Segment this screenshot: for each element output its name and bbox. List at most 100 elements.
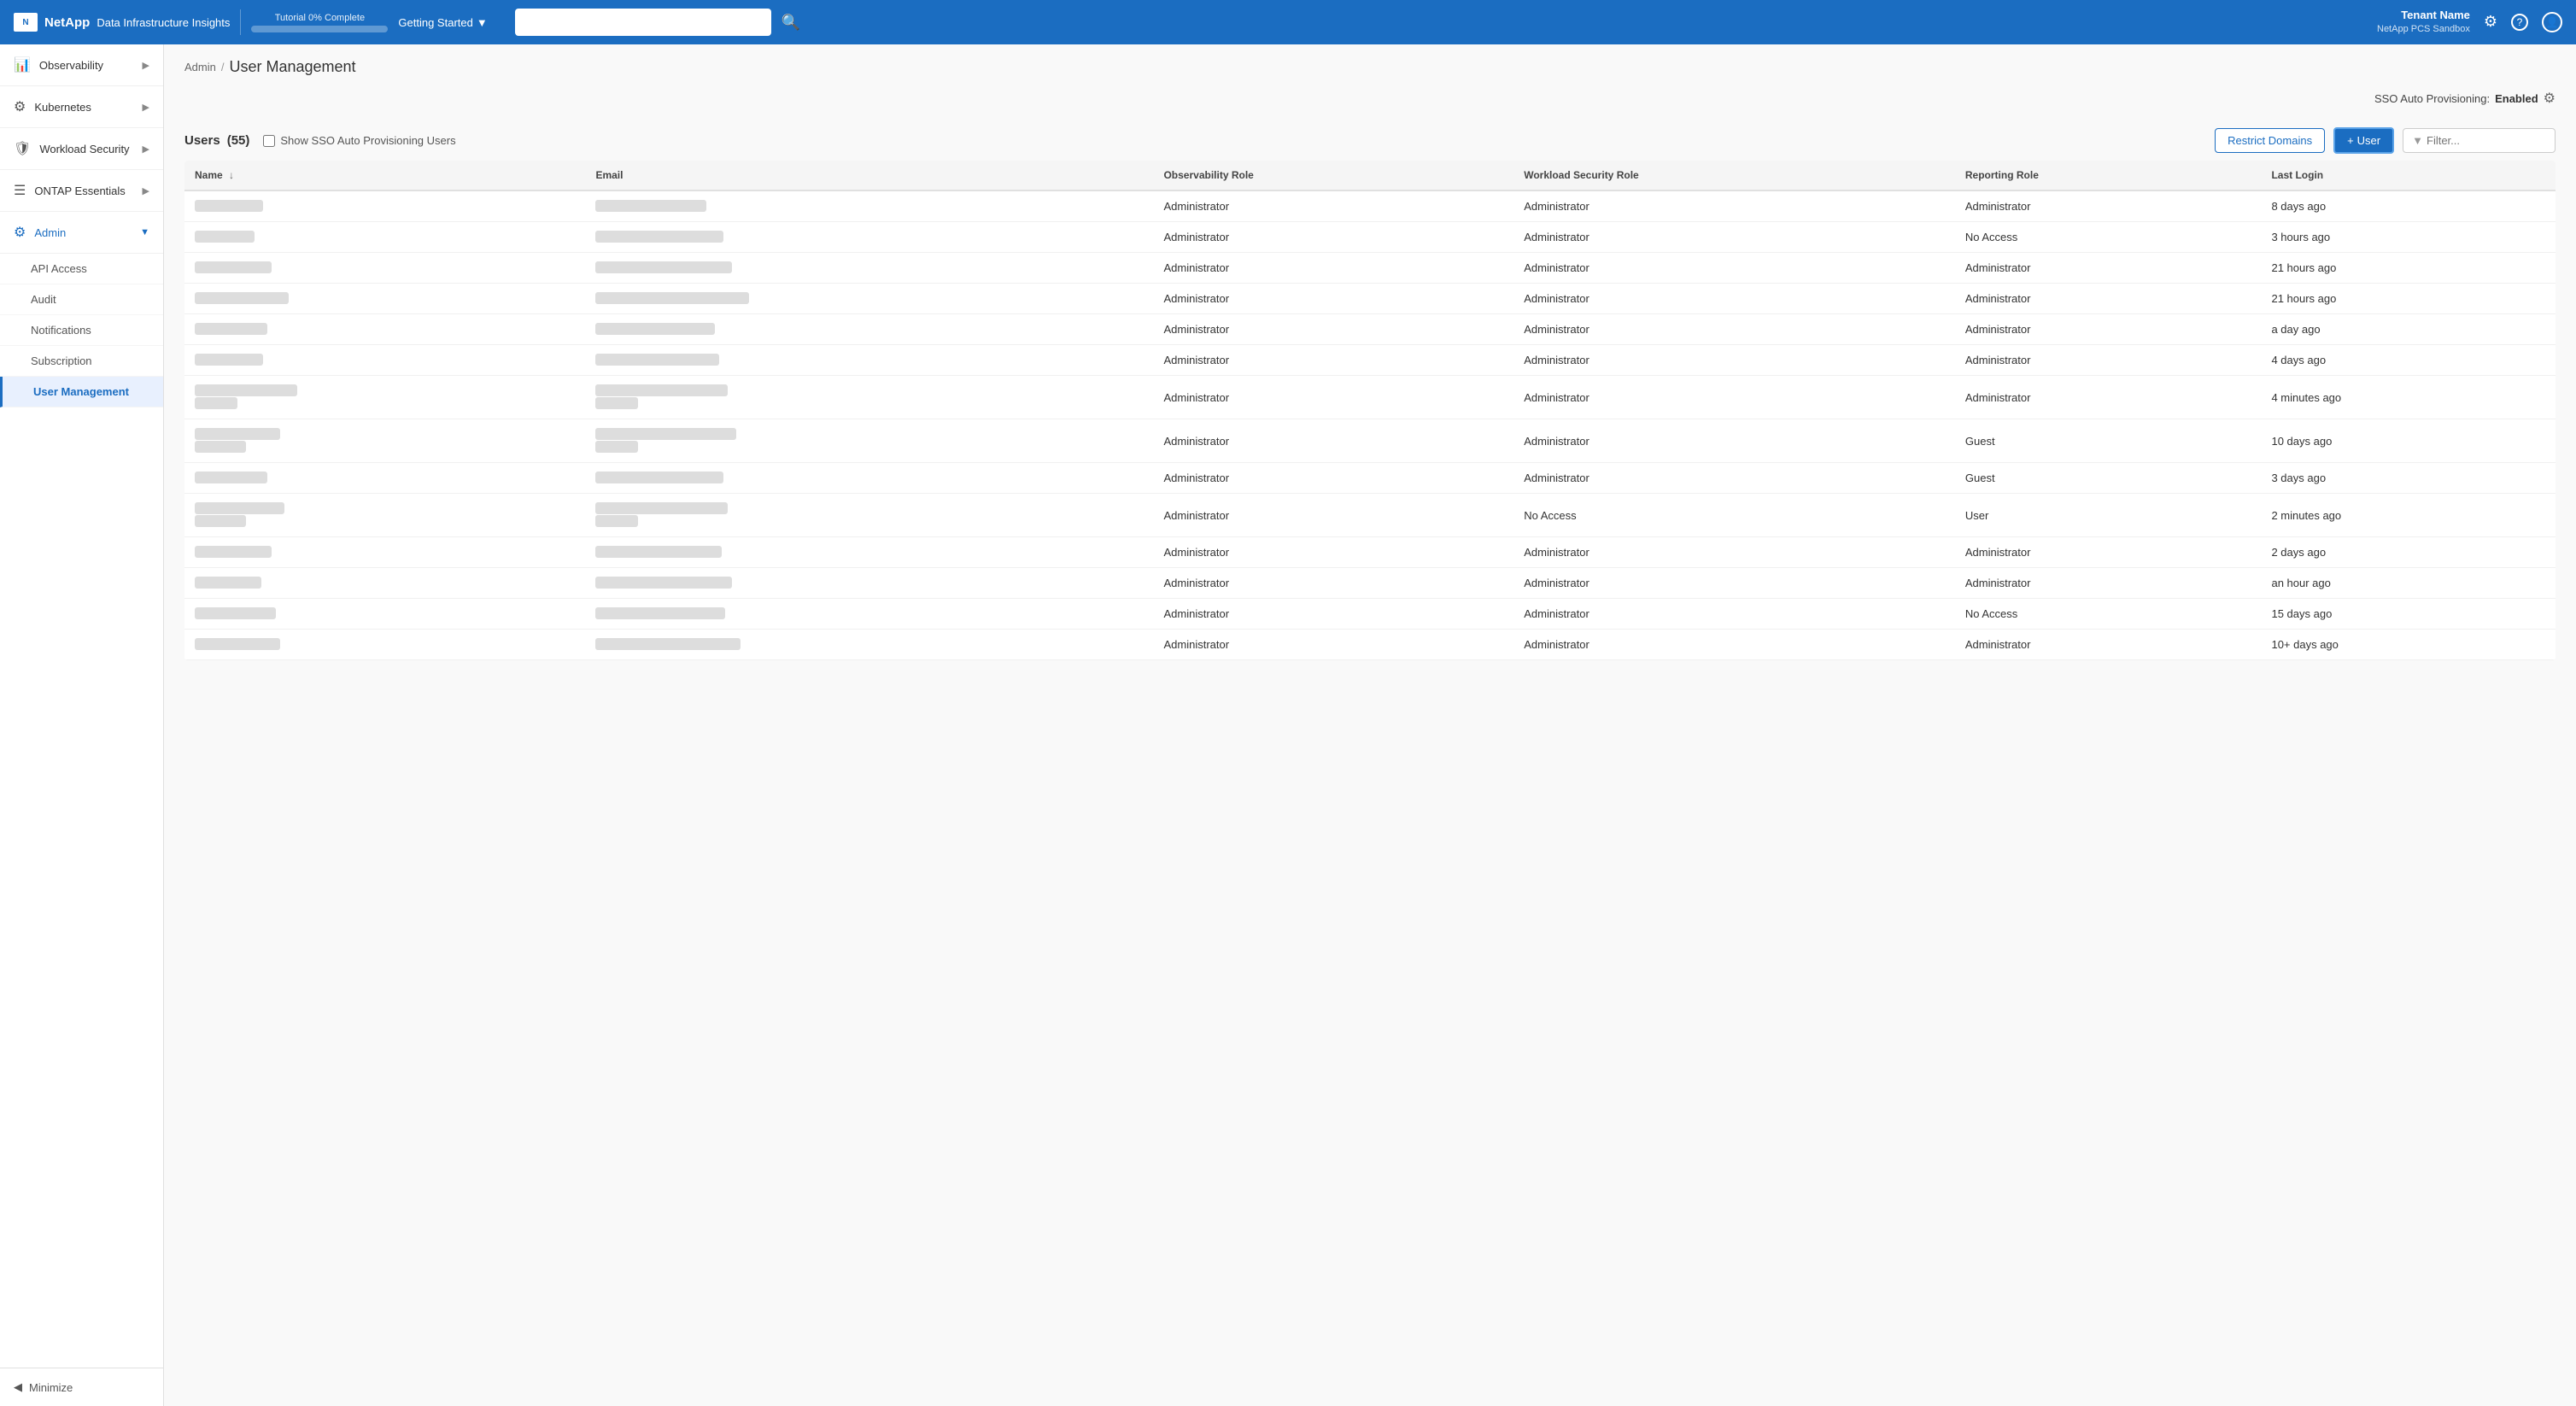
account-icon-button[interactable]: 👤 [2542,12,2562,32]
blurred-email [595,384,728,396]
cell-ws-role: Administrator [1513,345,1955,376]
cell-last-login: 15 days ago [2261,599,2556,630]
sidebar-item-kubernetes[interactable]: ⚙ Kubernetes ▶ [0,86,163,128]
users-table: Name ↓ Email Observability Role Workload… [184,161,2556,660]
cell-email [585,494,1153,537]
blurred-email [595,292,749,304]
help-icon-button[interactable]: ? [2511,14,2528,31]
sidebar-sub-label: User Management [33,385,129,398]
tenant-sub: NetApp PCS Sandbox [2377,23,2470,36]
cell-rep-role: Administrator [1955,376,2262,419]
table-row[interactable]: Administrator Administrator Administrato… [184,376,2556,419]
sidebar-item-label: Observability [39,59,103,72]
blurred-email [595,323,715,335]
sidebar-item-admin[interactable]: ⚙ Admin ▼ [0,212,163,254]
blurred-email-sub [595,441,638,453]
cell-rep-role: Administrator [1955,568,2262,599]
sidebar: 📊 Observability ▶ ⚙ Kubernetes ▶ 🛡 Workl… [0,44,164,1406]
breadcrumb-parent[interactable]: Admin [184,61,216,73]
show-sso-label[interactable]: Show SSO Auto Provisioning Users [263,134,455,147]
plus-icon: + [2347,134,2354,147]
table-row[interactable]: Administrator No Access User 2 minutes a… [184,494,2556,537]
blurred-email [595,502,728,514]
cell-ws-role: Administrator [1513,599,1955,630]
cell-last-login: 4 days ago [2261,345,2556,376]
table-row[interactable]: Administrator Administrator No Access 15… [184,599,2556,630]
col-workload-security-role: Workload Security Role [1513,161,1955,190]
table-row[interactable]: Administrator Administrator Administrato… [184,253,2556,284]
breadcrumb: Admin / User Management [164,44,2576,83]
sidebar-sub-label: Notifications [31,324,91,337]
cell-last-login: an hour ago [2261,568,2556,599]
table-row[interactable]: Administrator Administrator Administrato… [184,630,2556,660]
sidebar-item-workload-security[interactable]: 🛡 Workload Security ▶ [0,128,163,170]
table-row[interactable]: Administrator Administrator Administrato… [184,568,2556,599]
cell-ws-role: Administrator [1513,314,1955,345]
sidebar-item-ontap-essentials[interactable]: ☰ ONTAP Essentials ▶ [0,170,163,212]
kubernetes-icon: ⚙ [14,98,26,115]
sidebar-item-observability[interactable]: 📊 Observability ▶ [0,44,163,86]
header-actions: Tenant Name NetApp PCS Sandbox ⚙ ? 👤 [2377,8,2562,37]
cell-obs-role: Administrator [1153,599,1513,630]
cell-name [184,284,585,314]
cell-rep-role: Administrator [1955,314,2262,345]
blurred-name [195,354,263,366]
cell-email [585,222,1153,253]
add-user-button[interactable]: + User [2333,127,2394,154]
tutorial-progress-bar[interactable] [251,26,388,32]
cell-ws-role: Administrator [1513,253,1955,284]
minimize-button[interactable]: ◀ Minimize [0,1368,163,1406]
cell-last-login: 10+ days ago [2261,630,2556,660]
blurred-email [595,354,719,366]
blurred-email [595,428,736,440]
table-row[interactable]: Administrator Administrator Administrato… [184,537,2556,568]
header-divider [240,9,241,35]
cell-obs-role: Administrator [1153,190,1513,222]
table-row[interactable]: Administrator Administrator Administrato… [184,345,2556,376]
chevron-right-icon: ▶ [143,144,149,155]
col-observability-role: Observability Role [1153,161,1513,190]
users-label: Users [184,133,220,148]
restrict-domains-button[interactable]: Restrict Domains [2215,128,2325,153]
tutorial-bar: Tutorial 0% Complete [251,13,388,32]
sidebar-item-label: Admin [34,226,66,239]
cell-ws-role: No Access [1513,494,1955,537]
cell-name [184,463,585,494]
table-row[interactable]: Administrator Administrator Guest 3 days… [184,463,2556,494]
getting-started-button[interactable]: Getting Started ▼ [398,16,487,29]
col-email: Email [585,161,1153,190]
sidebar-sub-item-notifications[interactable]: Notifications [0,315,163,346]
sso-settings-icon[interactable]: ⚙ [2544,90,2556,107]
cell-name [184,253,585,284]
blurred-email [595,231,723,243]
table-row[interactable]: Administrator Administrator Guest 10 day… [184,419,2556,463]
cell-last-login: 21 hours ago [2261,284,2556,314]
chevron-left-icon: ◀ [14,1380,22,1394]
sidebar-sub-item-api-access[interactable]: API Access [0,254,163,284]
cell-last-login: 3 days ago [2261,463,2556,494]
cell-ws-role: Administrator [1513,630,1955,660]
search-icon-button[interactable]: 🔍 [782,14,800,32]
sidebar-sub-item-audit[interactable]: Audit [0,284,163,315]
sidebar-item-label: ONTAP Essentials [34,185,125,197]
search-input[interactable] [515,9,771,36]
table-row[interactable]: Administrator Administrator Administrato… [184,314,2556,345]
sidebar-sub-item-subscription[interactable]: Subscription [0,346,163,377]
sidebar-sub-item-user-management[interactable]: User Management [0,377,163,407]
table-row[interactable]: Administrator Administrator No Access 3 … [184,222,2556,253]
show-sso-checkbox[interactable] [263,135,275,147]
cell-obs-role: Administrator [1153,494,1513,537]
blurred-name [195,577,261,589]
col-name[interactable]: Name ↓ [184,161,585,190]
sidebar-item-label: Workload Security [39,143,129,155]
filter-input[interactable] [2427,129,2546,152]
sso-status: SSO Auto Provisioning: Enabled ⚙ [2374,90,2556,107]
cell-obs-role: Administrator [1153,314,1513,345]
cell-rep-role: Administrator [1955,284,2262,314]
blurred-name [195,638,280,650]
cell-email [585,568,1153,599]
col-last-login: Last Login [2261,161,2556,190]
settings-icon-button[interactable]: ⚙ [2484,13,2497,31]
table-row[interactable]: Administrator Administrator Administrato… [184,190,2556,222]
table-row[interactable]: Administrator Administrator Administrato… [184,284,2556,314]
